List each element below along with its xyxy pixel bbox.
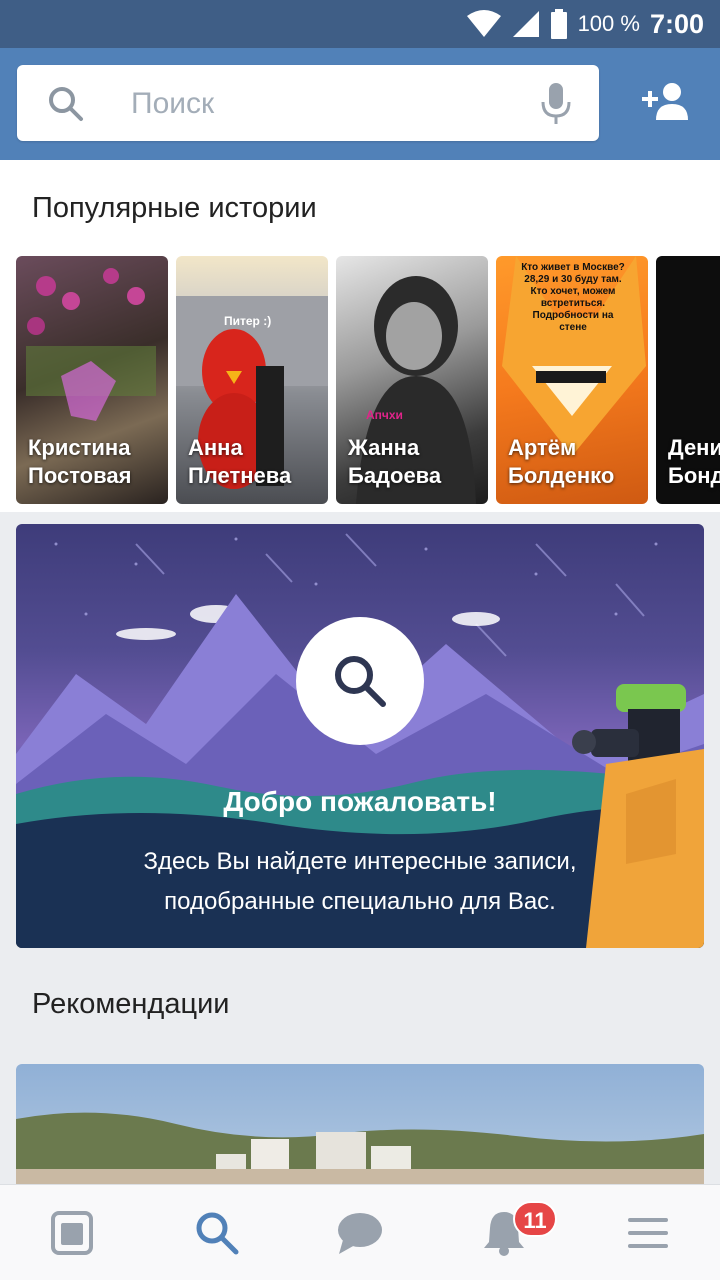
header: Поиск [0, 48, 720, 160]
search-icon [196, 1212, 239, 1255]
notifications-badge: 11 [513, 1201, 557, 1237]
search-placeholder: Поиск [131, 87, 215, 120]
search-icon [49, 87, 83, 121]
welcome-text: Здесь Вы найдете интересные записи, подоб… [143, 848, 577, 915]
battery-icon [550, 9, 567, 39]
messages-icon [338, 1213, 382, 1254]
microphone-icon[interactable] [539, 83, 573, 125]
story-caption: Кто живет в Москве? 28,29 и 30 буду там.… [521, 262, 625, 333]
content: Популярные истории Кристина Постовая Пит… [0, 160, 720, 1184]
welcome-search-badge [296, 617, 424, 745]
welcome-title: Добро пожаловать! [223, 786, 497, 817]
stories-row[interactable]: КристинаПостовая Питер :) АннаПлетнева [16, 256, 720, 504]
nav-messages[interactable] [336, 1209, 384, 1257]
stories-section: Популярные истории Кристина Постовая Пит… [0, 160, 720, 512]
news-icon [51, 1211, 93, 1255]
story-card[interactable]: Дени Бонд [656, 256, 720, 504]
cellular-signal-icon [512, 11, 539, 37]
status-bar: 100 % 7:00 [0, 0, 720, 48]
story-card[interactable]: Питер :) Анна Плетнева [176, 256, 328, 504]
wifi-icon [466, 10, 501, 37]
story-name: Кристина Постовая [28, 435, 132, 488]
story-name: Анна Плетнева [188, 435, 292, 488]
recommendations-title: Рекомендации [32, 988, 230, 1020]
story-card[interactable]: Апчхи Жанна Бадоева [336, 256, 488, 504]
story-caption: Апчхи [366, 408, 403, 422]
bottom-nav: 11 [0, 1184, 720, 1280]
story-name: Артём Болденко [508, 435, 615, 488]
story-caption: Питер :) [224, 314, 272, 328]
search-input[interactable]: Поиск [17, 65, 599, 141]
story-name: Жанна Бадоева [348, 435, 442, 488]
battery-percent: 100 % [577, 11, 640, 36]
welcome-banner: Добро пожаловать! Здесь Вы найдете интер… [16, 524, 704, 948]
menu-icon [628, 1218, 668, 1248]
story-card[interactable]: Кристина Постовая [16, 256, 168, 504]
clock: 7:00 [649, 8, 704, 39]
nav-news[interactable] [48, 1209, 96, 1257]
nav-search[interactable] [193, 1209, 241, 1257]
stories-title: Популярные истории [32, 192, 317, 224]
story-card[interactable]: Кто живет в Москве? 28,29 и 30 буду там.… [496, 256, 648, 504]
story-name: Дени Бонд [668, 435, 720, 488]
recommendation-image [16, 1112, 704, 1184]
add-friend-icon[interactable] [642, 82, 692, 120]
search-icon [335, 656, 386, 707]
nav-menu[interactable] [624, 1209, 672, 1257]
recommendation-card[interactable] [16, 1064, 704, 1184]
